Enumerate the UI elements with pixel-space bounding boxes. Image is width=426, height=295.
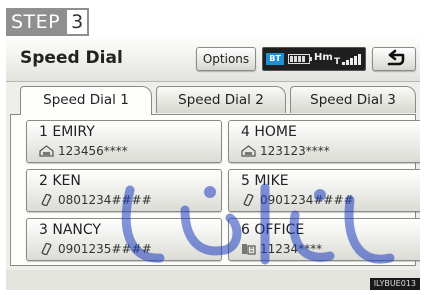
options-button[interactable]: Options xyxy=(196,47,256,71)
mobile-phone-icon xyxy=(41,243,52,255)
contact-name: 3 NANCY xyxy=(39,222,101,238)
contact-name: 2 KEN xyxy=(39,173,81,189)
mobile-phone-icon xyxy=(41,194,52,206)
speed-dial-entry-4[interactable]: 4 HOME 123123**** xyxy=(228,120,420,163)
step-badge: STEP 3 xyxy=(6,8,90,36)
step-number: 3 xyxy=(65,8,90,36)
speed-dial-entry-1[interactable]: 1 EMIRY 123456**** xyxy=(26,120,222,163)
tab-speed-dial-1[interactable]: Speed Dial 1 xyxy=(20,86,152,115)
svg-text:T: T xyxy=(334,57,341,66)
phone-number: 0901234#### xyxy=(260,193,354,207)
contact-name: 4 HOME xyxy=(241,124,297,140)
phone-number: 0801234#### xyxy=(58,193,152,207)
phone-number: 11234**** xyxy=(260,242,323,256)
contact-name: 5 MIKE xyxy=(241,173,289,189)
header-bar: Speed Dial Options BT Hm T xyxy=(6,38,420,82)
office-phone-icon xyxy=(242,244,256,255)
bottom-bar xyxy=(6,270,420,290)
back-arrow-icon xyxy=(387,49,405,66)
step-label: STEP xyxy=(6,8,66,36)
speed-dial-entry-2[interactable]: 2 KEN 0801234#### xyxy=(26,169,222,212)
page-title: Speed Dial xyxy=(20,48,123,68)
status-indicator: BT Hm T xyxy=(262,47,366,71)
phone-number: 123123**** xyxy=(260,144,330,158)
phone-number: 0901235#### xyxy=(58,242,152,256)
bluetooth-icon: BT xyxy=(266,53,284,65)
signal-strength-icon: T xyxy=(334,54,361,66)
home-phone-icon xyxy=(39,145,54,157)
speed-dial-screen: Speed Dial Options BT Hm T Speed Dial 1 … xyxy=(6,38,420,290)
home-phone-icon xyxy=(241,145,256,157)
back-button[interactable] xyxy=(372,47,416,71)
mobile-phone-icon xyxy=(243,194,254,206)
speed-dial-entry-3[interactable]: 3 NANCY 0901235#### xyxy=(26,218,222,261)
battery-icon xyxy=(288,54,312,64)
image-code-label: ILYBUE013 xyxy=(369,278,420,290)
contact-name: 6 OFFICE xyxy=(241,222,305,238)
speed-dial-entry-6[interactable]: 6 OFFICE 11234**** xyxy=(228,218,420,261)
speed-dial-entry-5[interactable]: 5 MIKE 0901234#### xyxy=(228,169,420,212)
contact-name: 1 EMIRY xyxy=(39,124,95,140)
network-mode-label: Hm xyxy=(314,52,333,63)
tab-speed-dial-2[interactable]: Speed Dial 2 xyxy=(156,86,286,113)
phone-number: 123456**** xyxy=(58,144,128,158)
tab-speed-dial-3[interactable]: Speed Dial 3 xyxy=(290,86,416,113)
